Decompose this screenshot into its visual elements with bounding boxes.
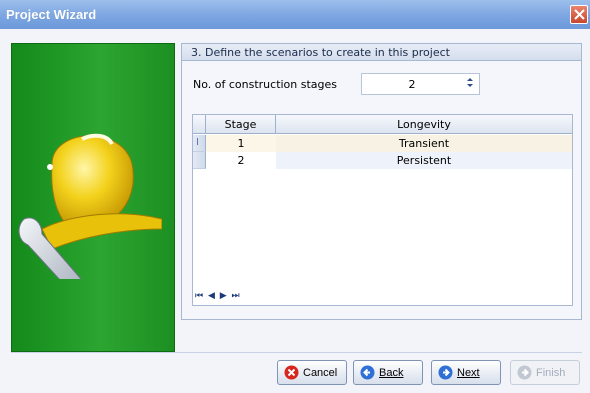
edit-cursor-icon: I — [196, 137, 199, 148]
header-indicator — [193, 115, 206, 134]
spin-down-icon[interactable] — [467, 84, 473, 87]
grid-navigator[interactable]: ⏮ ◀ ▶ ⏭ — [195, 291, 241, 301]
cell-stage[interactable]: 2 — [206, 152, 276, 169]
project-wizard-window: Project Wizard 3. Define the scenarios t… — [0, 0, 590, 393]
step-panel: 3. Define the scenarios to create in thi… — [181, 43, 582, 320]
column-header-longevity[interactable]: Longevity — [276, 115, 572, 134]
next-button[interactable]: Next — [431, 360, 501, 385]
finish-icon — [517, 365, 532, 380]
table-row[interactable]: I 1 Transient — [193, 135, 572, 152]
finish-button[interactable]: Finish — [510, 360, 580, 385]
next-arrow-icon — [438, 365, 453, 380]
cancel-button[interactable]: Cancel — [277, 360, 347, 385]
construction-stages-stepper[interactable]: 2 — [361, 73, 480, 95]
cancel-icon — [284, 365, 299, 380]
row-indicator[interactable] — [193, 152, 206, 169]
back-arrow-icon — [360, 365, 375, 380]
back-label: Back — [379, 367, 404, 379]
table-row[interactable]: 2 Persistent — [193, 152, 572, 169]
back-button[interactable]: Back — [353, 360, 423, 385]
step-title: 3. Define the scenarios to create in thi… — [182, 44, 581, 61]
title-bar: Project Wizard — [0, 0, 590, 29]
finish-label: Finish — [536, 367, 566, 379]
stages-label: No. of construction stages — [193, 78, 338, 91]
cell-stage[interactable]: 1 — [206, 135, 276, 152]
grid-header: Stage Longevity — [193, 115, 572, 134]
close-button[interactable] — [570, 5, 588, 24]
close-icon — [574, 9, 585, 20]
scenarios-grid: Stage Longevity I 1 Transient 2 Persiste… — [192, 114, 573, 306]
next-label: Next — [457, 367, 480, 379]
stages-value[interactable]: 2 — [362, 78, 462, 91]
wizard-sidebar — [11, 43, 175, 352]
cell-longevity[interactable]: Persistent — [276, 152, 572, 169]
column-header-stage[interactable]: Stage — [206, 115, 276, 134]
hard-hat-wrench-icon — [18, 133, 162, 279]
footer-divider — [11, 352, 582, 353]
window-title: Project Wizard — [6, 7, 97, 22]
spin-buttons[interactable] — [466, 77, 474, 91]
spin-up-icon[interactable] — [467, 78, 473, 81]
cell-longevity[interactable]: Transient — [276, 135, 572, 152]
cancel-label: Cancel — [303, 367, 338, 379]
row-indicator[interactable]: I — [193, 135, 206, 152]
